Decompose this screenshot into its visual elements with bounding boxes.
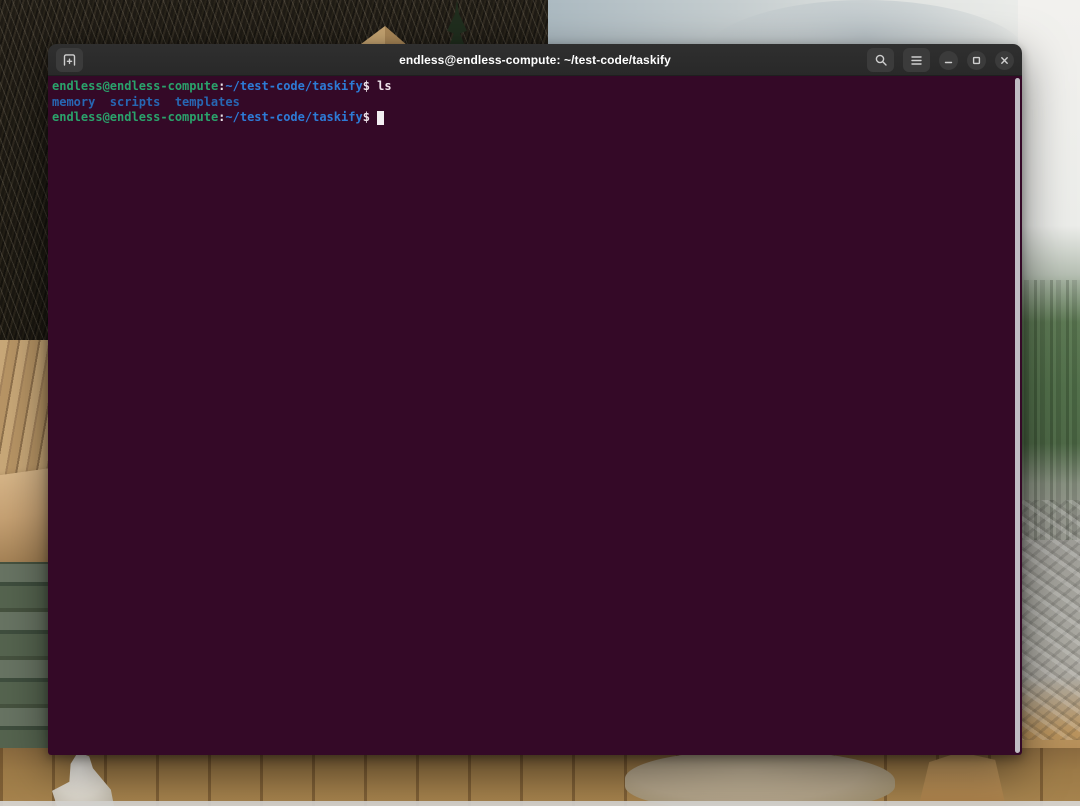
prompt-symbol: $	[363, 79, 370, 93]
close-button[interactable]	[995, 51, 1014, 70]
terminal-screen[interactable]: endless@endless-compute:~/test-code/task…	[48, 76, 1022, 755]
new-tab-icon	[62, 53, 77, 66]
terminal-line-prompt-current: endless@endless-compute:~/test-code/task…	[52, 110, 1012, 126]
new-tab-button[interactable]	[56, 48, 83, 72]
wallpaper-wood-planks	[0, 748, 1080, 806]
terminal-line-prompt-ls: endless@endless-compute:~/test-code/task…	[52, 79, 1012, 95]
minimize-icon	[943, 55, 954, 66]
prompt-path: ~/test-code/taskify	[225, 110, 362, 124]
minimize-button[interactable]	[939, 51, 958, 70]
wallpaper-green-shingles	[0, 562, 52, 752]
terminal-line-ls-output: memory scripts templates	[52, 95, 1012, 111]
command-text: ls	[377, 79, 391, 93]
prompt-space	[370, 110, 377, 124]
search-button[interactable]	[867, 48, 894, 72]
terminal-window: endless@endless-compute: ~/test-code/tas…	[48, 44, 1022, 755]
maximize-button[interactable]	[967, 51, 986, 70]
prompt-path: ~/test-code/taskify	[225, 79, 362, 93]
close-icon	[999, 55, 1010, 66]
hamburger-menu-icon	[910, 55, 923, 66]
terminal-titlebar[interactable]: endless@endless-compute: ~/test-code/tas…	[48, 44, 1022, 76]
wallpaper-wood-shingles	[0, 340, 52, 480]
wallpaper-rocks-texture	[1018, 500, 1080, 740]
titlebar-controls	[867, 44, 1014, 76]
maximize-icon	[971, 55, 982, 66]
dir-entry: memory	[52, 95, 95, 109]
wallpaper-boulder	[625, 750, 895, 806]
terminal-cursor	[377, 111, 384, 125]
menu-button[interactable]	[903, 48, 930, 72]
screen-bottom-strip	[0, 801, 1080, 806]
dir-entry: scripts	[110, 95, 161, 109]
prompt-user-host: endless@endless-compute	[52, 79, 218, 93]
prompt-user-host: endless@endless-compute	[52, 110, 218, 124]
search-icon	[874, 53, 888, 67]
dir-entry: templates	[175, 95, 240, 109]
prompt-symbol: $	[363, 110, 370, 124]
terminal-scrollbar[interactable]	[1015, 78, 1020, 753]
